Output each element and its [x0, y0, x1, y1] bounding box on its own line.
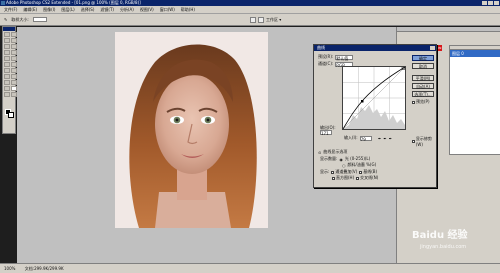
show-clipping-row: 显示修剪(W) [412, 136, 436, 147]
preset-row: 预设(R): 默认值 [318, 54, 354, 61]
preset-label: 预设(R): [318, 54, 334, 59]
file-browser-icon[interactable] [258, 17, 264, 23]
light-radio[interactable]: ◉ [339, 157, 343, 162]
auto-button[interactable]: 自动(A) [412, 83, 434, 89]
window-title: Adobe Photoshop CS2 Extended - [01.png @… [6, 0, 141, 5]
curve-display-label: 曲线显示选项 [323, 149, 348, 154]
curve-plot [342, 66, 406, 130]
minimize-button[interactable] [482, 1, 487, 5]
show-row-2: 直方图(H) 交叉线(N) [332, 175, 378, 181]
eyedroppers: ✒ ✒ ✒ [378, 136, 392, 141]
pigment-radio[interactable]: ○ [342, 163, 346, 168]
menu-layer[interactable]: 图层(L) [61, 7, 74, 13]
photoshop-icon [1, 1, 5, 5]
eyedropper-icon[interactable]: ✎ [4, 17, 7, 22]
sample-size-label: 取样大小: [11, 16, 29, 22]
watermark-brand-text: Baidu 经验 [412, 230, 468, 241]
portrait-photo[interactable] [115, 32, 268, 228]
preset-select[interactable]: 默认值 [335, 54, 354, 61]
menu-file[interactable]: 文件(F) [4, 7, 17, 13]
curves-dialog: 曲线 预设(R): 默认值 通道(C): RGB 输出(O): 171 输入(I… [313, 44, 437, 188]
sample-size-select[interactable] [32, 17, 47, 22]
menu-edit[interactable]: 编辑(E) [23, 7, 37, 13]
color-swatches[interactable] [5, 109, 15, 119]
menu-window[interactable]: 窗口(W) [160, 7, 175, 13]
tool-grid [3, 31, 17, 98]
eraser-tool-icon[interactable] [4, 62, 10, 67]
intersection-label: 交叉线(N) [360, 175, 379, 180]
move-tool-icon[interactable] [4, 32, 10, 37]
smooth-button[interactable]: 平滑(M) [412, 75, 434, 81]
layers-panel: 图层 0 [449, 45, 500, 155]
toolbox [2, 26, 17, 134]
zoom-level[interactable]: 100% [4, 266, 15, 271]
doc-size: 文档:299.9K/299.9K [24, 266, 64, 271]
portrait-image [115, 32, 268, 228]
brush-palette-icon[interactable] [250, 17, 256, 23]
menu-image[interactable]: 图像(I) [43, 7, 55, 13]
channel-label: 通道(C): [318, 61, 334, 66]
show-label: 显示: [320, 169, 330, 174]
stamp-tool-icon[interactable] [4, 56, 10, 61]
histogram-checkbox[interactable]: 直方图(H) [332, 175, 354, 181]
panel-header [397, 27, 500, 32]
maximize-button[interactable] [488, 1, 493, 5]
notes-tool-icon[interactable] [4, 86, 10, 91]
status-bar: 100% 文档:299.9K/299.9K [0, 263, 500, 273]
lasso-tool-icon[interactable] [4, 38, 10, 43]
menu-filter[interactable]: 滤镜(T) [100, 7, 114, 13]
dialog-close-button[interactable] [430, 46, 435, 50]
close-button[interactable] [494, 1, 499, 5]
show-clipping-checkbox[interactable]: 显示修剪(W) [412, 136, 436, 147]
blur-tool-icon[interactable] [4, 68, 10, 73]
input-label: 输入(I): [344, 135, 358, 140]
show-clipping-label: 显示修剪(W) [415, 136, 432, 147]
menu-bar: 文件(F) 编辑(E) 图像(I) 图层(L) 选择(S) 滤镜(T) 分析(A… [0, 6, 500, 14]
expand-toggle-icon[interactable]: ⊙ [318, 150, 321, 155]
crop-tool-icon[interactable] [4, 44, 10, 49]
options-button[interactable]: 选项(T)... [412, 91, 434, 97]
input-field[interactable]: 79 [359, 135, 372, 142]
layer-row[interactable]: 图层 0 [450, 50, 500, 57]
menu-select[interactable]: 选择(S) [81, 7, 95, 13]
options-bar: ✎ 取样大小: 工作区 ▾ [0, 14, 500, 26]
workspace-group: 工作区 ▾ [250, 17, 281, 23]
menu-view[interactable]: 视图(V) [140, 7, 154, 13]
pigment-row: ○ 颜料/油墨 %(G) [342, 162, 376, 168]
cancel-button[interactable]: 取消 [412, 63, 434, 69]
watermark-url: jingyan.baidu.com [420, 244, 467, 250]
input-row: 输入(I): 79 [344, 135, 372, 142]
pen-tool-icon[interactable] [4, 80, 10, 85]
ok-button[interactable]: 确定 [412, 55, 434, 61]
watermark-brand: Baidu 经验 [412, 226, 468, 241]
dialog-title: 曲线 [314, 45, 436, 51]
path-select-icon[interactable] [4, 74, 10, 79]
preset-value: 默认值 [336, 55, 349, 61]
workspace-select[interactable]: 工作区 ▾ [266, 17, 281, 23]
white-point-eyedropper-icon[interactable]: ✒ [389, 136, 392, 141]
input-value: 79 [360, 136, 366, 142]
curve-display-row[interactable]: ⊙ 曲线显示选项 [318, 149, 347, 155]
show-amount-label: 显示数量: [320, 156, 338, 161]
curves-graph[interactable] [342, 66, 406, 130]
background-color[interactable] [8, 112, 14, 118]
intersection-checkbox[interactable]: 交叉线(N) [356, 175, 378, 181]
output-value-row: 171 [320, 130, 332, 136]
output-value: 171 [321, 131, 329, 136]
pigment-label: 颜料/油墨 %(G) [347, 162, 377, 167]
window-controls [482, 1, 499, 5]
preview-checkbox[interactable]: 预览(P) [412, 99, 430, 105]
output-input[interactable]: 171 [320, 130, 332, 136]
black-point-eyedropper-icon[interactable]: ✒ [378, 136, 381, 141]
preview-label: 预览(P) [416, 99, 430, 104]
gray-point-eyedropper-icon[interactable]: ✒ [383, 136, 386, 141]
hand-tool-icon[interactable] [4, 92, 10, 97]
healing-brush-icon[interactable] [4, 50, 10, 55]
histogram-label: 直方图(H) [336, 175, 355, 180]
menu-analysis[interactable]: 分析(A) [120, 7, 134, 13]
layer-name: 图层 0 [452, 51, 464, 56]
menu-help[interactable]: 帮助(H) [181, 7, 195, 13]
